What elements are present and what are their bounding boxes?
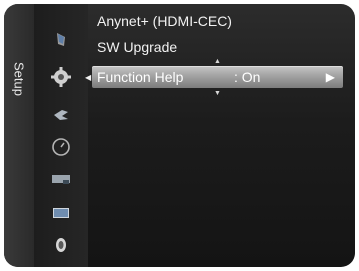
- menu-item-anynet[interactable]: Anynet+ (HDMI-CEC): [92, 10, 343, 32]
- menu-item-function-help[interactable]: Function Help : On ▶: [92, 66, 343, 88]
- scroll-down-arrow[interactable]: ▼: [214, 90, 221, 97]
- sound-icon[interactable]: [50, 234, 72, 256]
- picture-icon[interactable]: [50, 28, 72, 50]
- setup-gear-icon[interactable]: [50, 66, 72, 88]
- scroll-up-arrow[interactable]: ▲: [214, 58, 221, 65]
- menu-category-label: Setup: [11, 62, 27, 96]
- menu-icon-column: [34, 4, 88, 267]
- menu-item-sw-upgrade[interactable]: SW Upgrade: [92, 36, 343, 58]
- menu-item-label: Anynet+ (HDMI-CEC): [97, 13, 232, 29]
- clock-icon[interactable]: [50, 136, 72, 158]
- chevron-right-icon: ▶: [325, 70, 335, 84]
- setup-menu-panel: Setup ◀ Anynet+ (HDMI-CEC) SW Upgrade ▲ …: [4, 4, 355, 267]
- menu-item-label: SW Upgrade: [97, 39, 178, 55]
- menu-item-label: Function Help: [97, 69, 184, 85]
- menu-list: Anynet+ (HDMI-CEC) SW Upgrade ▲ Function…: [92, 4, 355, 267]
- side-label-area: Setup: [4, 4, 34, 267]
- function-help-value: : On: [234, 69, 261, 85]
- tv-screen: Setup ◀ Anynet+ (HDMI-CEC) SW Upgrade ▲ …: [0, 0, 359, 271]
- input-icon[interactable]: [50, 104, 72, 126]
- channel-icon[interactable]: [50, 168, 72, 190]
- active-category-marker: ◀: [85, 73, 92, 82]
- display-icon[interactable]: [50, 202, 72, 224]
